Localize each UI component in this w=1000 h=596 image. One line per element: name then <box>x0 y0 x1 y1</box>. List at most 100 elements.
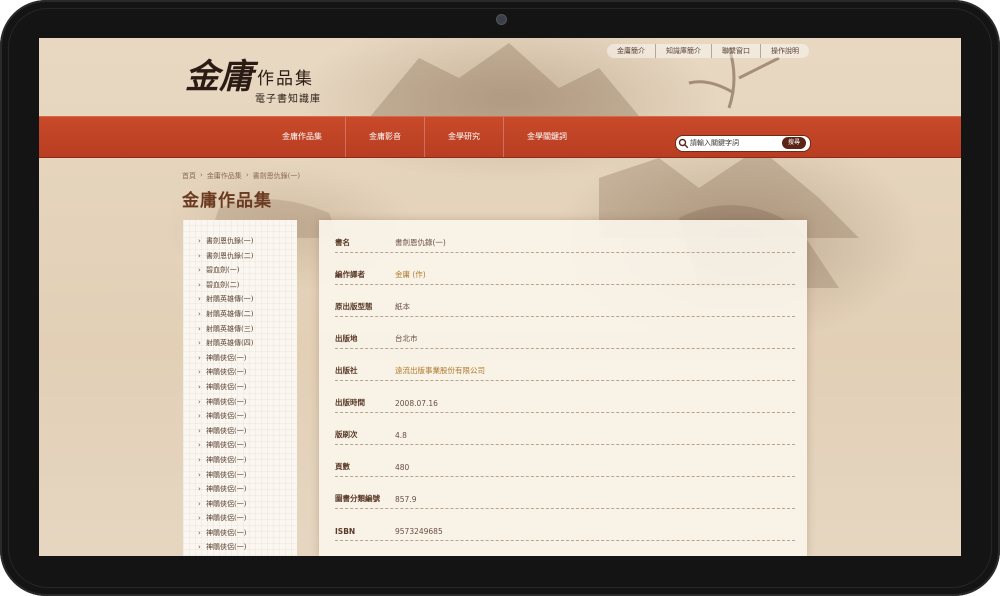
sidebar-item-book[interactable]: › 碧血劍(二) <box>183 278 297 293</box>
sidebar-item-label: 神鵰俠侶(一) <box>206 441 247 450</box>
sidebar-item-book[interactable]: › 神鵰俠侶(一) <box>183 468 297 483</box>
sidebar-item-book[interactable]: ›神鵰俠侶(一) <box>183 511 297 526</box>
chevron-right-icon: › <box>198 426 201 435</box>
sidebar-item-book[interactable]: › 射鵰英雄傳(二) <box>183 307 297 322</box>
detail-label: 出版社 <box>335 366 358 375</box>
nav-item-media[interactable]: 金庸影音 <box>346 117 425 157</box>
detail-value: 書劍恩仇錄(一) <box>395 238 446 247</box>
logo-title: 作品集 <box>257 69 314 89</box>
sidebar-item-label: 書劍恩仇錄(一) <box>206 237 254 245</box>
breadcrumb-home[interactable]: 首頁 <box>182 171 196 181</box>
sidebar-item-label: 神鵰俠侶(一) <box>206 368 247 377</box>
page-title: 金庸作品集 <box>182 191 272 211</box>
top-links: 金庸簡介 知識庫簡介 聯繫窗口 操作說明 <box>607 44 809 58</box>
chevron-right-icon: › <box>198 237 201 245</box>
sidebar-item-label: 神鵰俠侶(一) <box>206 485 247 494</box>
sidebar-item-label: 射鵰英雄傳(四) <box>206 339 254 348</box>
detail-label: ISBN <box>335 527 356 536</box>
sidebar-item-label: 神鵰俠侶(一) <box>206 470 247 479</box>
detail-label: 書名 <box>335 238 350 247</box>
sidebar-item-book[interactable]: ›神鵰俠侶(一) <box>183 395 297 410</box>
detail-value-link[interactable]: 遠流出版事業股份有限公司 <box>395 365 485 376</box>
chevron-right-icon: › <box>198 266 201 275</box>
sidebar-item-label: 神鵰俠侶(一) <box>206 426 247 435</box>
chevron-right-icon: › <box>198 528 201 537</box>
nav-item-research[interactable]: 金學研究 <box>425 117 504 157</box>
breadcrumb-separator-icon: › <box>200 171 203 179</box>
breadcrumb-works[interactable]: 金庸作品集 <box>207 171 242 181</box>
sidebar-item-book[interactable]: › 神鵰俠侶(一) <box>183 409 297 424</box>
main-navbar: 金庸作品集 金庸影音 金學研究 金學關鍵詞 <box>39 116 961 158</box>
sidebar-item-label: 神鵰俠侶(一) <box>206 397 247 406</box>
sidebar-item-label: 神鵰俠侶(一) <box>206 543 247 552</box>
sidebar-item-book[interactable]: ›神鵰俠侶(一) <box>183 497 297 512</box>
sidebar-item-book[interactable]: › 書劍恩仇錄(一) <box>183 234 297 249</box>
sidebar-item-book[interactable]: ›神鵰俠侶(一) <box>183 526 297 541</box>
chevron-right-icon: › <box>198 295 201 304</box>
sidebar-item-book[interactable]: › 射鵰英雄傳(一) <box>183 292 297 307</box>
detail-row: ISBN 9573249685 <box>335 520 795 541</box>
chevron-right-icon: › <box>198 368 201 377</box>
sidebar-item-book[interactable]: › 射鵰英雄傳(四) <box>183 336 297 351</box>
chevron-right-icon: › <box>198 280 201 289</box>
sidebar-item-book[interactable]: › 神鵰俠侶(一) <box>183 380 297 395</box>
search-input[interactable] <box>690 137 772 149</box>
chevron-right-icon: › <box>198 382 201 391</box>
detail-row: 出版社 遠流出版事業股份有限公司 <box>335 360 795 381</box>
sidebar-item-book[interactable]: › 射鵰英雄傳(三) <box>183 322 297 337</box>
sidebar-item-label: 神鵰俠侶(一) <box>206 514 247 523</box>
sidebar-item-book[interactable]: › 神鵰俠侶(一) <box>183 540 297 555</box>
detail-label: 編作譯者 <box>335 270 365 279</box>
logo-subtitle: 電子書知識庫 <box>255 94 321 105</box>
detail-row: 版刷次 4.8 <box>335 424 795 445</box>
detail-label: 原出版型態 <box>335 302 373 311</box>
chevron-right-icon: › <box>198 339 201 348</box>
sidebar-item-book[interactable]: › 神鵰俠侶(一) <box>183 438 297 453</box>
sidebar-item-label: 射鵰英雄傳(三) <box>206 324 254 333</box>
detail-row: 圖書分類編號 857.9 <box>335 488 795 509</box>
sidebar-item-label: 神鵰俠侶(一) <box>206 412 247 421</box>
breadcrumb: 首頁 › 金庸作品集 › 書劍恩仇錄(一) <box>182 171 300 181</box>
detail-label: 頁數 <box>335 462 350 471</box>
top-link-contact[interactable]: 聯繫窗口 <box>712 44 761 58</box>
detail-value: 9573249685 <box>395 527 443 536</box>
screen: 金庸簡介 知識庫簡介 聯繫窗口 操作說明 金庸 作品集 電子書知識庫 金庸作品集… <box>39 38 961 556</box>
nav-item-keywords[interactable]: 金學關鍵詞 <box>504 117 590 157</box>
search-box: 搜尋 <box>675 135 811 152</box>
sidebar-item-label: 射鵰英雄傳(一) <box>206 295 254 304</box>
breadcrumb-separator-icon: › <box>245 171 249 179</box>
sidebar-item-book[interactable]: › 書劍恩仇錄(二) <box>183 249 297 264</box>
sidebar-item-book[interactable]: › 神鵰俠侶(一) <box>183 482 297 497</box>
search-icon[interactable] <box>678 138 689 149</box>
sidebar-item-book[interactable]: › 神鵰俠侶(一) <box>183 365 297 380</box>
sidebar-item-label: 神鵰俠侶(一) <box>206 382 247 391</box>
nav-item-works[interactable]: 金庸作品集 <box>259 117 346 157</box>
top-link-about-jinyong[interactable]: 金庸簡介 <box>607 44 656 58</box>
detail-row: 出版時間 2008.07.16 <box>335 392 795 413</box>
detail-row: 編作譯者 金庸 (作) <box>335 264 795 285</box>
sidebar-item-label: 碧血劍(一) <box>206 266 240 275</box>
chevron-right-icon: › <box>198 499 201 508</box>
sidebar-item-label: 神鵰俠侶(一) <box>206 455 247 464</box>
detail-label: 出版地 <box>335 334 358 343</box>
detail-value-link[interactable]: 金庸 (作) <box>395 269 426 280</box>
breadcrumb-current: 書劍恩仇錄(一) <box>252 172 301 180</box>
sidebar-item-book[interactable]: › 神鵰俠侶(一) <box>183 424 297 439</box>
top-link-help[interactable]: 操作說明 <box>761 44 809 58</box>
detail-value: 2008.07.16 <box>395 399 438 408</box>
chevron-right-icon: › <box>198 485 201 494</box>
chevron-right-icon: › <box>198 441 201 450</box>
sidebar-item-label: 書劍恩仇錄(二) <box>206 251 254 260</box>
sidebar-item-book[interactable]: ›神鵰俠侶(一) <box>183 555 297 556</box>
book-detail-panel: 書名 書劍恩仇錄(一) 編作譯者 金庸 (作) 原出版型態 紙本 出版地 台北市 出版社 遠流出版… <box>319 220 807 556</box>
chevron-right-icon: › <box>198 543 201 552</box>
search-button[interactable]: 搜尋 <box>782 137 806 149</box>
sidebar-item-label: 神鵰俠侶(一) <box>206 353 247 362</box>
top-link-about-knowledgebase[interactable]: 知識庫簡介 <box>656 44 712 58</box>
sidebar-item-book[interactable]: › 碧血劍(一) <box>183 263 297 278</box>
detail-label: 圖書分類編號 <box>335 494 380 503</box>
chevron-right-icon: › <box>198 412 201 421</box>
chevron-right-icon: › <box>198 470 201 479</box>
sidebar-item-book[interactable]: ›神鵰俠侶(一) <box>183 453 297 468</box>
sidebar-item-book[interactable]: ›神鵰俠侶(一) <box>183 351 297 366</box>
